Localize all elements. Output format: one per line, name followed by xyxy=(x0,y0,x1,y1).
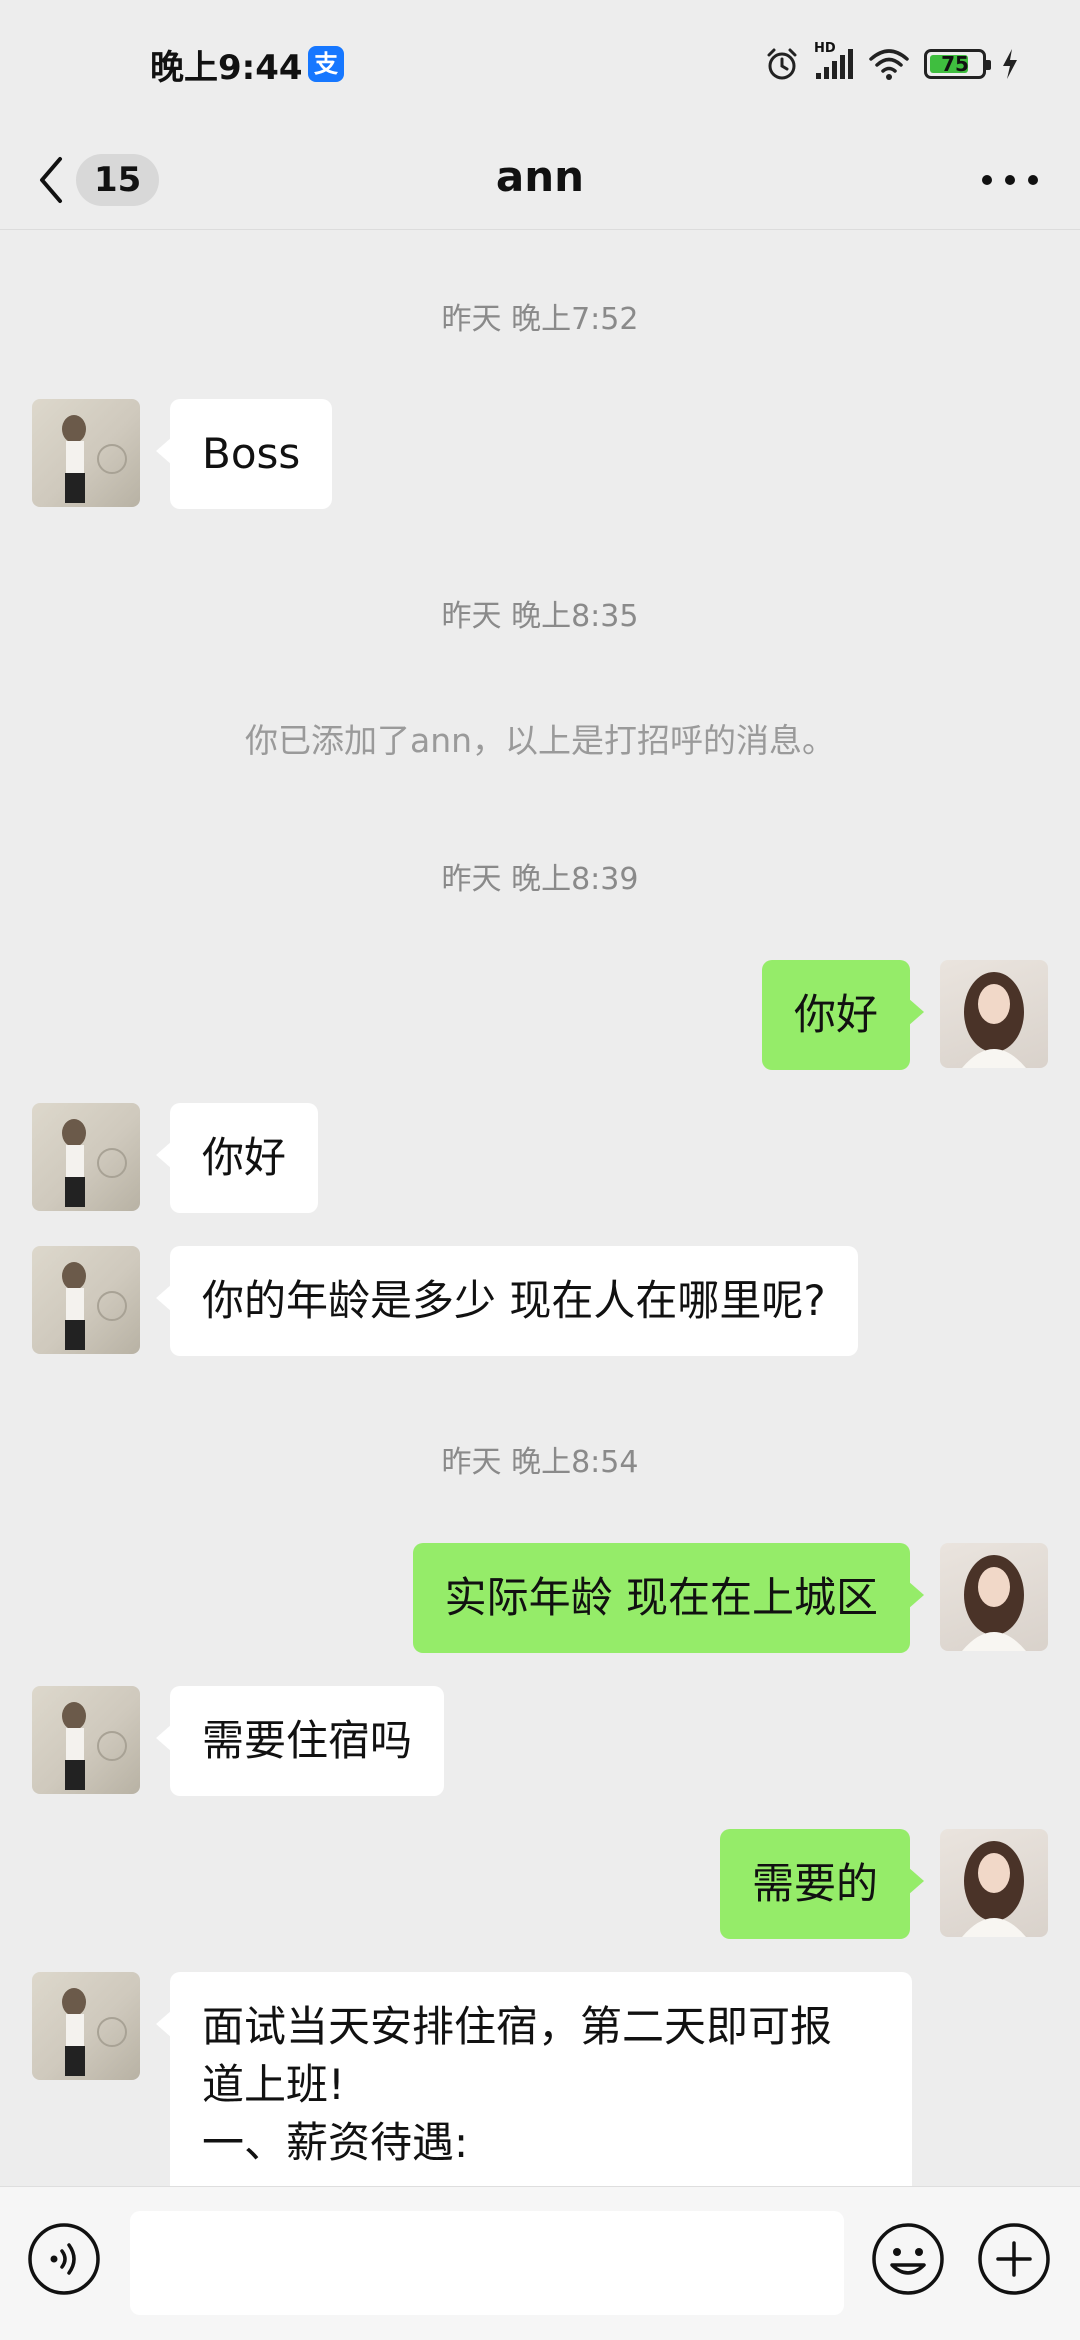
message-timestamp: 昨天 晚上8:54 xyxy=(441,1445,639,1480)
contact-avatar[interactable] xyxy=(32,1246,140,1354)
message-bubble[interactable]: 实际年龄 现在在上城区 xyxy=(412,1543,925,1653)
my-avatar[interactable] xyxy=(940,1829,1048,1937)
plus-button[interactable] xyxy=(976,2221,1052,2297)
message-timestamp: 昨天 晚上8:35 xyxy=(441,599,639,634)
emoji-icon xyxy=(870,2221,946,2297)
alarm-icon xyxy=(764,46,800,82)
message-bubble[interactable]: 面试当天安排住宿，第二天即可报 道上班! 一、薪资待遇: xyxy=(156,1972,912,2186)
status-bar: 晚上9:44 支 HD 75 xyxy=(0,0,1080,130)
contact-avatar[interactable] xyxy=(32,1103,140,1211)
status-icons: HD 75 xyxy=(764,41,1020,84)
message-timestamp: 昨天 晚上8:39 xyxy=(441,862,639,897)
voice-button[interactable] xyxy=(26,2221,102,2297)
message-bubble[interactable]: Boss xyxy=(155,399,333,509)
message-bubble[interactable]: 你的年龄是多少 现在人在哪里呢? xyxy=(156,1246,858,1356)
more-dots-icon xyxy=(960,142,1060,218)
message-bubble[interactable]: 需要住宿吗 xyxy=(155,1686,445,1796)
voice-icon xyxy=(26,2221,102,2297)
chat-title: ann xyxy=(495,152,585,201)
status-time: 晚上9:44 xyxy=(150,48,303,88)
message-bubble[interactable]: 你好 xyxy=(155,1103,319,1213)
my-avatar[interactable] xyxy=(940,1543,1048,1651)
message-bubble[interactable]: 你好 xyxy=(761,960,925,1070)
my-avatar[interactable] xyxy=(940,960,1048,1068)
chat-history[interactable]: 昨天 晚上7:52 Boss 昨天 晚上8:35 你已添加了ann，以上是打招呼… xyxy=(0,231,1080,2186)
charging-icon xyxy=(1000,47,1020,81)
system-message: 你已添加了ann，以上是打招呼的消息。 xyxy=(244,721,836,760)
cellular-signal-icon: HD xyxy=(814,41,854,81)
plus-icon xyxy=(976,2221,1052,2297)
contact-avatar[interactable] xyxy=(32,1686,140,1794)
nav-bar: 15 ann xyxy=(0,130,1080,230)
alipay-icon: 支 xyxy=(308,46,344,82)
contact-avatar[interactable] xyxy=(32,1972,140,2080)
input-bar xyxy=(0,2186,1080,2340)
more-button[interactable] xyxy=(960,142,1060,218)
message-timestamp: 昨天 晚上7:52 xyxy=(441,302,639,337)
message-input[interactable] xyxy=(130,2211,844,2315)
contact-avatar[interactable] xyxy=(32,399,140,507)
battery-tip xyxy=(986,60,991,70)
battery-icon: 75 xyxy=(924,49,991,79)
network-label: HD xyxy=(814,41,836,56)
emoji-button[interactable] xyxy=(870,2221,946,2297)
wifi-icon xyxy=(868,47,910,81)
battery-level: 75 xyxy=(941,52,969,76)
message-bubble[interactable]: 需要的 xyxy=(719,1829,925,1939)
